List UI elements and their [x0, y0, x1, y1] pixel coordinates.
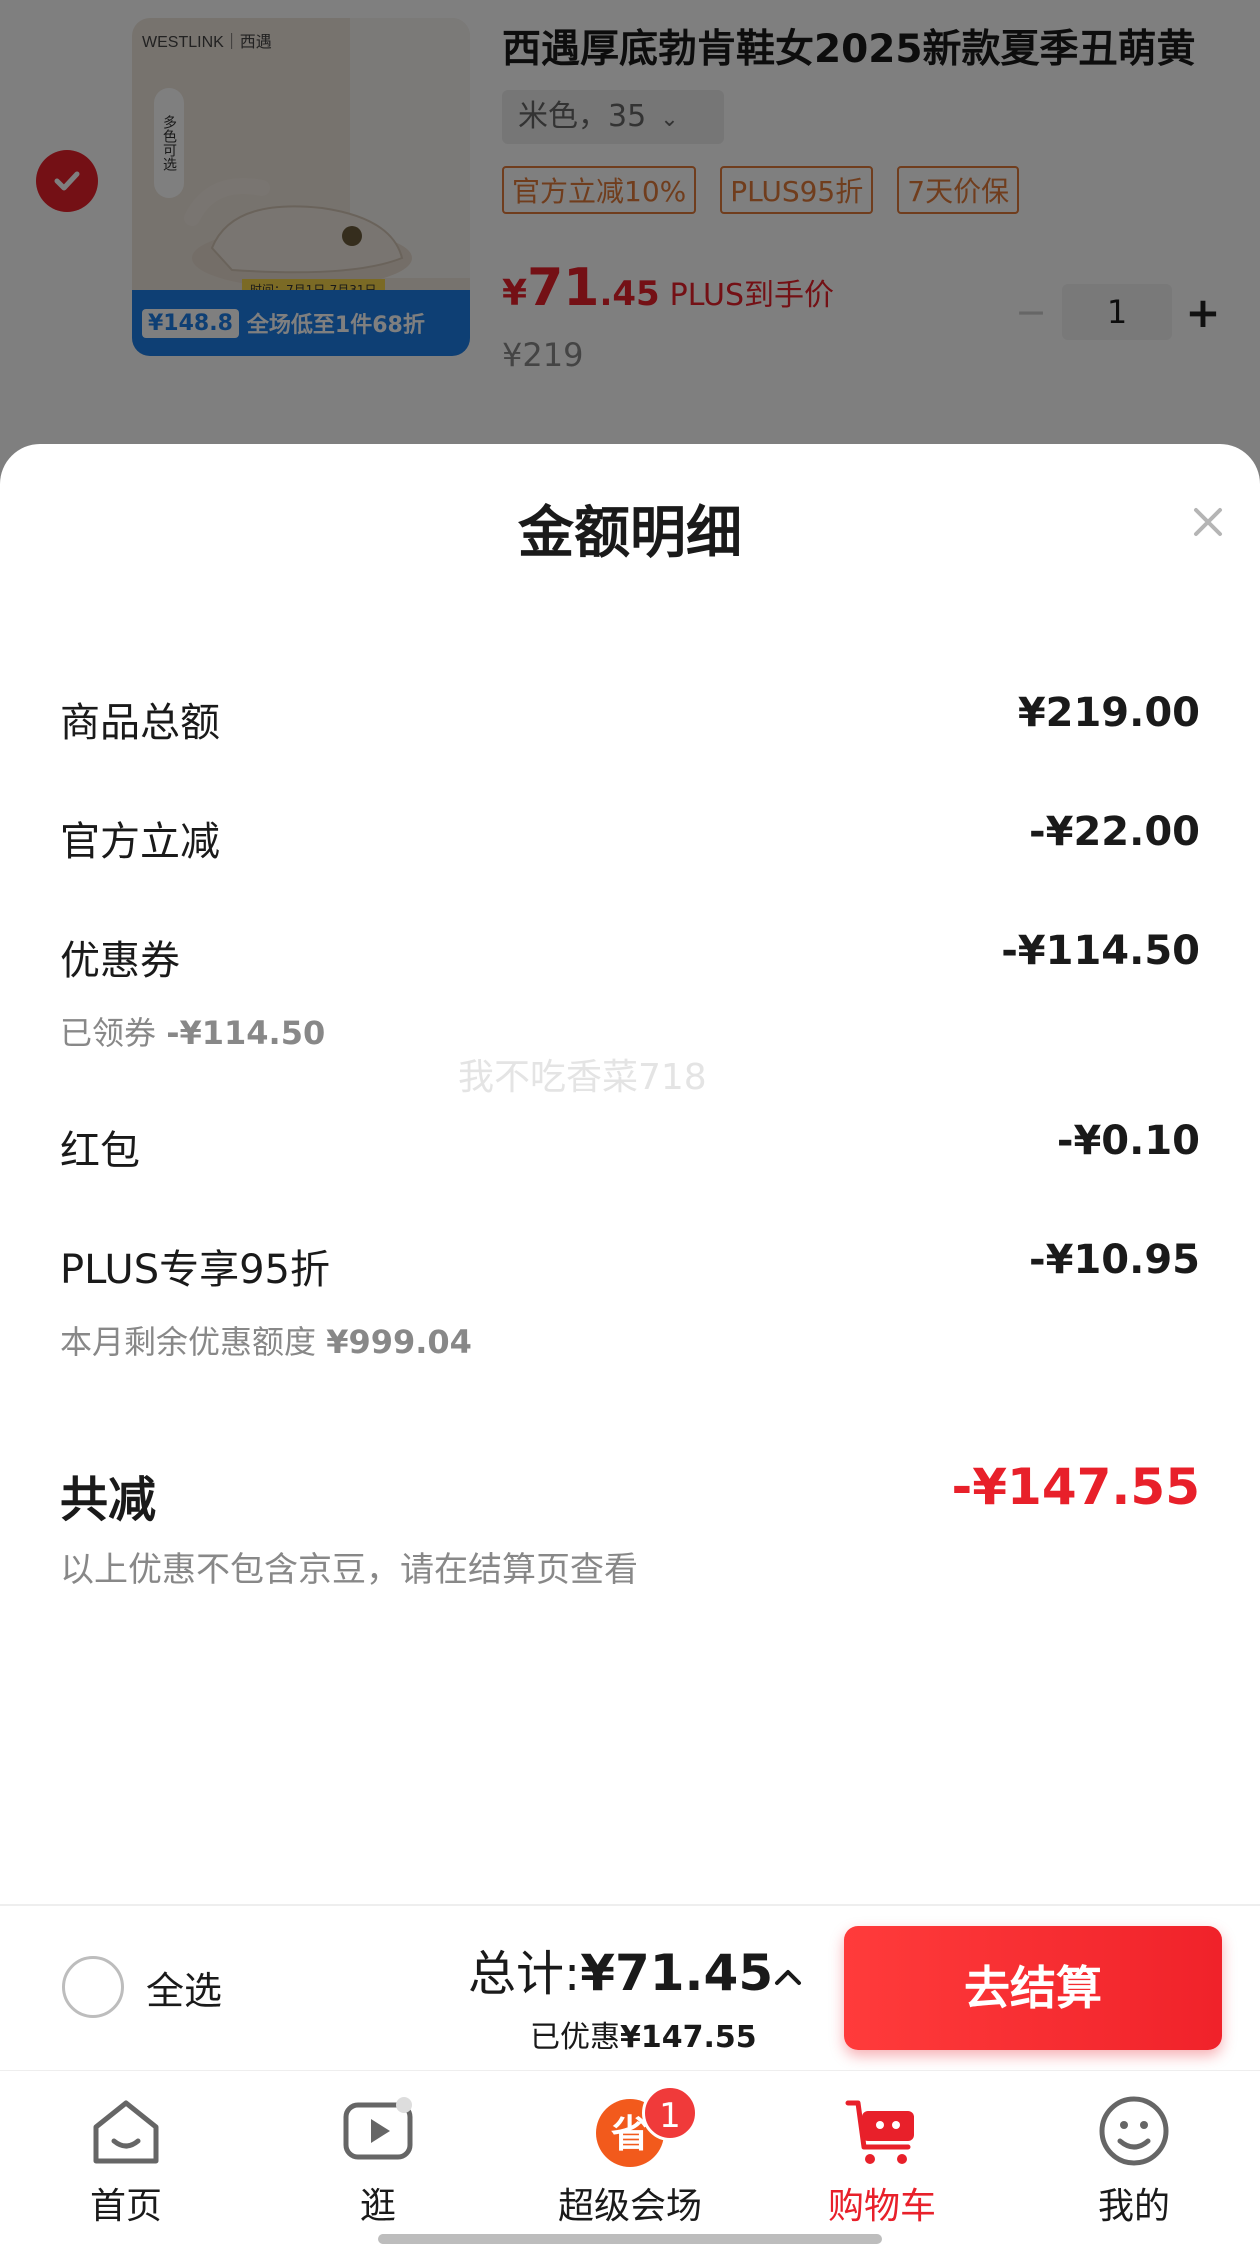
- super-venue-icon: 省 1: [590, 2085, 698, 2171]
- checkout-button[interactable]: 去结算: [844, 1926, 1222, 2050]
- sheet-title: 金额明细: [518, 501, 742, 566]
- tab-label: 超级会场: [557, 2186, 702, 2227]
- saved-label: 已优惠: [530, 2020, 620, 2055]
- chevron-up-icon[interactable]: [770, 1960, 806, 1996]
- notification-badge: 1: [642, 2085, 698, 2141]
- amount-detail-sheet: 金额明细 商品总额 ¥219.00 官方立减 -¥22.00 优惠券 -¥114…: [0, 444, 1260, 1904]
- detail-row-value: -¥0.10: [1056, 1118, 1200, 1164]
- watermark: 我不吃香菜718: [458, 1057, 707, 1098]
- total-discount-label: 共减: [60, 1472, 157, 1528]
- plus-quota-subline: 本月剩余优惠额度 ¥999.04: [60, 1317, 472, 1363]
- plus-quota-value: ¥999.04: [326, 1323, 472, 1361]
- checkout-total: 总计:¥71.45: [468, 1934, 773, 2004]
- detail-row-value: -¥22.00: [1029, 809, 1200, 855]
- tab-label: 首页: [89, 2186, 162, 2227]
- bottom-tab-bar: 首页 逛 省 1 超级会场 购物车 我的: [0, 2070, 1260, 2246]
- tab-super-venue[interactable]: 省 1 超级会场: [510, 2085, 750, 2229]
- plus-quota-label: 本月剩余优惠额度: [60, 1323, 317, 1361]
- detail-row-value: -¥10.95: [1029, 1237, 1200, 1283]
- saved-amount: ¥147.55: [620, 2020, 757, 2055]
- detail-row-label: PLUS专享95折: [60, 1247, 330, 1293]
- detail-row-label: 红包: [60, 1128, 140, 1174]
- close-icon[interactable]: [1186, 500, 1230, 544]
- tab-label: 购物车: [827, 2186, 936, 2227]
- tab-profile[interactable]: 我的: [1014, 2091, 1254, 2229]
- select-all-label: 全选: [146, 1968, 223, 2013]
- tab-label: 我的: [1097, 2186, 1170, 2227]
- home-indicator: [378, 2234, 882, 2244]
- detail-row-label: 商品总额: [60, 700, 220, 746]
- detail-row-label: 优惠券: [60, 938, 180, 984]
- detail-row-value: -¥114.50: [1001, 928, 1200, 974]
- select-all-radio[interactable]: [62, 1956, 124, 2018]
- tab-browse[interactable]: 逛: [258, 2091, 498, 2229]
- total-discount-value: -¥147.55: [951, 1458, 1201, 1516]
- tab-cart[interactable]: 购物车: [762, 2091, 1002, 2229]
- tab-home[interactable]: 首页: [6, 2091, 246, 2229]
- cart-icon: [845, 2100, 914, 2164]
- tab-label: 逛: [359, 2186, 396, 2227]
- total-amount: ¥71.45: [580, 1944, 774, 2002]
- select-all-toggle[interactable]: 全选: [62, 1956, 222, 2018]
- coupon-sub-label: 已领券: [60, 1014, 157, 1052]
- coupon-subline: 已领券 -¥114.50: [60, 1008, 325, 1054]
- total-discount-note: 以上优惠不包含京豆，请在结算页查看: [60, 1550, 638, 1590]
- total-label: 总计:: [468, 1946, 581, 2002]
- coupon-sub-value: -¥114.50: [166, 1014, 326, 1052]
- detail-row-value: ¥219.00: [1017, 690, 1200, 736]
- checkout-bar: 全选 总计:¥71.45 已优惠¥147.55 去结算: [0, 1904, 1260, 2070]
- profile-icon: [1099, 2096, 1169, 2166]
- play-icon: [343, 2097, 413, 2160]
- checkout-saved: 已优惠¥147.55: [530, 2012, 757, 2056]
- home-icon: [93, 2100, 159, 2164]
- detail-row-label: 官方立减: [60, 819, 220, 865]
